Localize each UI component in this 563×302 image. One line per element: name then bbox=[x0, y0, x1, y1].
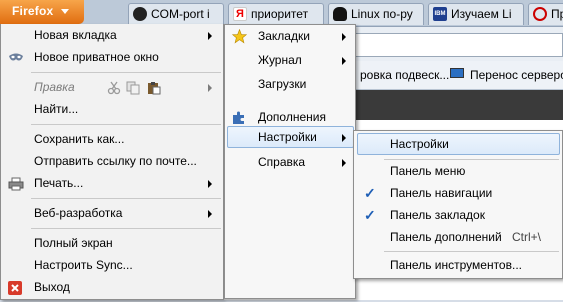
menu-new-tab[interactable]: Новая вкладка bbox=[1, 24, 223, 46]
bookmark-item[interactable]: Перенос серверо bbox=[470, 68, 563, 82]
tab-mail[interactable]: Пр bbox=[528, 3, 563, 25]
paste-icon bbox=[147, 80, 161, 95]
ibm-icon: IBM bbox=[433, 7, 447, 21]
menu-print[interactable]: Печать... bbox=[1, 172, 223, 194]
checkmark-icon: ✓ bbox=[364, 207, 376, 223]
tab-ibm[interactable]: IBM Изучаем Li bbox=[428, 3, 524, 25]
star-icon bbox=[231, 28, 248, 44]
menu-options-dialog[interactable]: Настройки bbox=[354, 133, 562, 155]
menu-toggle-addon-bar[interactable]: Панель дополнений Ctrl+\ bbox=[354, 226, 562, 248]
yandex-icon: Я bbox=[233, 7, 247, 21]
menu-save-as[interactable]: Сохранить как... bbox=[1, 128, 223, 150]
tab-title: приоритет bbox=[251, 7, 309, 21]
tab-yandex[interactable]: Я приоритет bbox=[228, 3, 324, 25]
chevron-right-icon bbox=[342, 57, 346, 65]
chevron-right-icon bbox=[208, 84, 212, 92]
puzzle-icon bbox=[232, 110, 246, 124]
menu-send-link[interactable]: Отправить ссылку по почте... bbox=[1, 150, 223, 172]
menu-separator bbox=[31, 198, 221, 199]
tab-github[interactable]: COM-port i bbox=[128, 3, 224, 25]
menu-separator bbox=[384, 251, 559, 252]
menu-edit[interactable]: Правка bbox=[1, 76, 223, 98]
tux-icon bbox=[333, 7, 347, 21]
menu-toggle-bookmarks-toolbar[interactable]: ✓ Панель закладок bbox=[354, 204, 562, 226]
chevron-right-icon bbox=[208, 180, 212, 188]
mail-icon bbox=[533, 7, 547, 21]
tab-linux[interactable]: Linux по-ру bbox=[328, 3, 424, 25]
menu-web-developer[interactable]: Веб-разработка bbox=[1, 202, 223, 224]
chevron-right-icon bbox=[208, 32, 212, 40]
menu-quit[interactable]: Выход bbox=[1, 276, 223, 298]
cut-icon bbox=[107, 80, 121, 95]
chevron-right-icon bbox=[342, 134, 346, 142]
close-icon bbox=[8, 280, 22, 295]
firefox-app-submenu: Закладки Журнал Загрузки Дополнения Наст… bbox=[224, 24, 356, 299]
menu-downloads[interactable]: Загрузки bbox=[225, 73, 355, 95]
tab-title: Пр bbox=[551, 7, 563, 21]
tab-title: COM-port i bbox=[151, 7, 210, 21]
monitor-icon bbox=[450, 68, 464, 78]
firefox-app-menu: Новая вкладка Новое приватное окно Правк… bbox=[0, 24, 224, 300]
options-submenu: Настройки Панель меню ✓ Панель навигации… bbox=[353, 130, 563, 279]
menu-separator bbox=[31, 124, 221, 125]
menu-toggle-navigation-toolbar[interactable]: ✓ Панель навигации bbox=[354, 182, 562, 204]
menu-customize-toolbar[interactable]: Панель инструментов... bbox=[354, 254, 562, 276]
tab-title: Изучаем Li bbox=[451, 7, 512, 21]
menu-bookmarks[interactable]: Закладки bbox=[225, 25, 355, 47]
menu-separator bbox=[31, 228, 221, 229]
firefox-menu-button[interactable]: Firefox bbox=[0, 0, 84, 24]
menu-find[interactable]: Найти... bbox=[1, 98, 223, 120]
github-icon bbox=[133, 7, 147, 21]
menu-full-screen[interactable]: Полный экран bbox=[1, 232, 223, 254]
menu-toggle-menu-bar[interactable]: Панель меню bbox=[354, 160, 562, 182]
copy-icon bbox=[126, 80, 140, 95]
shortcut-label: Ctrl+\ bbox=[512, 230, 542, 244]
chevron-right-icon bbox=[342, 159, 346, 167]
chevron-right-icon bbox=[342, 33, 346, 41]
chevron-right-icon bbox=[208, 210, 212, 218]
printer-icon bbox=[8, 176, 24, 191]
menu-setup-sync[interactable]: Настроить Sync... bbox=[1, 254, 223, 276]
menu-history[interactable]: Журнал bbox=[225, 49, 355, 71]
checkmark-icon: ✓ bbox=[364, 185, 376, 201]
menu-new-private-window[interactable]: Новое приватное окно bbox=[1, 46, 223, 68]
private-browsing-mask-icon bbox=[8, 50, 23, 64]
bookmark-item[interactable]: ровка подвеск... bbox=[360, 68, 449, 82]
menu-addons[interactable]: Дополнения bbox=[225, 106, 355, 128]
menu-options[interactable]: Настройки bbox=[225, 126, 355, 148]
menu-help[interactable]: Справка bbox=[225, 151, 355, 173]
menu-separator bbox=[31, 72, 221, 73]
tab-title: Linux по-ру bbox=[351, 7, 413, 21]
chevron-down-icon bbox=[61, 9, 70, 15]
tab-strip: COM-port i Я приоритет Linux по-ру IBM И… bbox=[0, 0, 563, 27]
